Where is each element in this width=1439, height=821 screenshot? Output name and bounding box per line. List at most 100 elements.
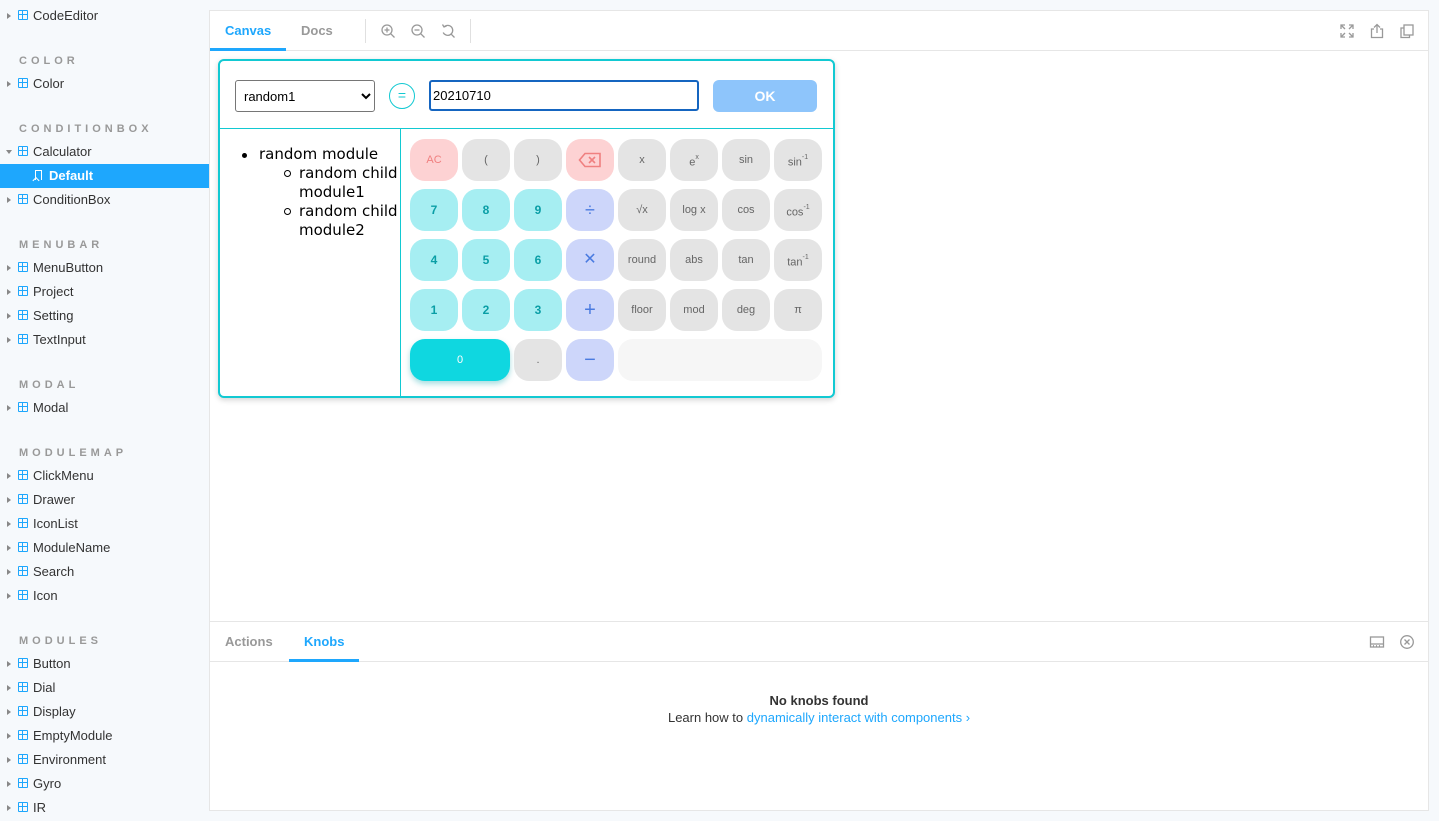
digit-7-button[interactable]: 7 xyxy=(410,189,458,231)
sidebar-item-label: IR xyxy=(33,800,46,815)
sidebar-item-clickmenu[interactable]: ClickMenu xyxy=(0,464,209,488)
minus-button[interactable]: − xyxy=(566,339,614,381)
sidebar-item-textinput[interactable]: TextInput xyxy=(0,328,209,352)
sidebar-item-iconlist[interactable]: IconList xyxy=(0,512,209,536)
sidebar-item-modal[interactable]: Modal xyxy=(0,396,209,420)
sidebar-item-modulename[interactable]: ModuleName xyxy=(0,536,209,560)
backspace-icon xyxy=(578,152,601,168)
panel-position-icon[interactable] xyxy=(1369,634,1385,650)
close-paren-button[interactable]: ) xyxy=(514,139,562,181)
sidebar-heading-modules: MODULES xyxy=(19,635,102,647)
component-icon xyxy=(18,566,28,576)
chevron-right-icon xyxy=(7,473,11,479)
floor-button[interactable]: floor xyxy=(618,289,666,331)
round-button[interactable]: round xyxy=(618,239,666,281)
pi-button[interactable]: π xyxy=(774,289,822,331)
tree-item-child[interactable]: random child module2 xyxy=(284,202,399,240)
sidebar-item-label: Color xyxy=(33,76,65,91)
digit-0-button[interactable]: 0 xyxy=(410,339,510,381)
digit-9-button[interactable]: 9 xyxy=(514,189,562,231)
tab-knobs[interactable]: Knobs xyxy=(289,622,360,662)
sidebar-item-setting[interactable]: Setting xyxy=(0,304,209,328)
sidebar-item-drawer[interactable]: Drawer xyxy=(0,488,209,512)
sidebar-item-button[interactable]: Button xyxy=(0,652,209,676)
acos-button[interactable]: cos-1 xyxy=(774,189,822,231)
zoom-in-icon[interactable] xyxy=(380,23,396,39)
sidebar-item-display[interactable]: Display xyxy=(0,700,209,724)
component-icon xyxy=(18,334,28,344)
exp-button[interactable]: ex xyxy=(670,139,718,181)
sidebar-item-color[interactable]: Color xyxy=(0,72,209,96)
tab-canvas[interactable]: Canvas xyxy=(210,11,287,51)
acos-label: cos xyxy=(786,206,804,219)
sidebar-item-project[interactable]: Project xyxy=(0,280,209,304)
sidebar-item-icon[interactable]: Icon xyxy=(0,584,209,608)
sidebar-item-search[interactable]: Search xyxy=(0,560,209,584)
value-input[interactable] xyxy=(429,80,699,111)
digit-6-button[interactable]: 6 xyxy=(514,239,562,281)
open-paren-button[interactable]: ( xyxy=(462,139,510,181)
sidebar-item-label: Icon xyxy=(33,588,58,603)
backspace-button[interactable] xyxy=(566,139,614,181)
digit-3-button[interactable]: 3 xyxy=(514,289,562,331)
chevron-down-icon xyxy=(6,150,12,154)
zoom-out-icon[interactable] xyxy=(410,23,426,39)
ok-button[interactable]: OK xyxy=(713,80,817,112)
component-icon xyxy=(18,802,28,812)
sidebar-item-menubutton[interactable]: MenuButton xyxy=(0,256,209,280)
divide-button[interactable]: ÷ xyxy=(566,189,614,231)
sidebar-item-environment[interactable]: Environment xyxy=(0,748,209,772)
digit-2-button[interactable]: 2 xyxy=(462,289,510,331)
sidebar-item-conditionbox[interactable]: ConditionBox xyxy=(0,188,209,212)
deg-button[interactable]: deg xyxy=(722,289,770,331)
sin-button[interactable]: sin xyxy=(722,139,770,181)
tree-item-root[interactable]: random module xyxy=(241,145,378,163)
close-icon[interactable] xyxy=(1399,634,1415,650)
chevron-right-icon xyxy=(7,405,11,411)
calculator-header: random1 = OK xyxy=(220,61,833,129)
decimal-button[interactable]: . xyxy=(514,339,562,381)
module-select[interactable]: random1 xyxy=(235,80,375,112)
digit-8-button[interactable]: 8 xyxy=(462,189,510,231)
sidebar-item-label: Dial xyxy=(33,680,56,695)
zoom-reset-icon[interactable] xyxy=(440,23,456,39)
multiply-button[interactable]: ✕ xyxy=(566,239,614,281)
share-icon[interactable] xyxy=(1369,23,1385,39)
tab-actions[interactable]: Actions xyxy=(225,622,273,662)
sidebar-item-ir[interactable]: IR xyxy=(0,796,209,820)
sqrt-button[interactable]: √x xyxy=(618,189,666,231)
plus-button[interactable]: + xyxy=(566,289,614,331)
digit-5-button[interactable]: 5 xyxy=(462,239,510,281)
chevron-right-icon xyxy=(7,289,11,295)
digit-1-button[interactable]: 1 xyxy=(410,289,458,331)
cos-button[interactable]: cos xyxy=(722,189,770,231)
component-icon xyxy=(18,658,28,668)
empty-state-title: No knobs found xyxy=(769,693,869,708)
sidebar-story-default[interactable]: Default xyxy=(0,164,209,188)
abs-button[interactable]: abs xyxy=(670,239,718,281)
empty-key-area xyxy=(618,339,822,381)
toolbar-divider xyxy=(365,19,366,43)
sidebar-item-codeeditor[interactable]: CodeEditor xyxy=(0,4,209,28)
empty-state-description: Learn how to dynamically interact with c… xyxy=(210,710,1428,725)
variable-x-button[interactable]: x xyxy=(618,139,666,181)
mod-button[interactable]: mod xyxy=(670,289,718,331)
asin-button[interactable]: sin-1 xyxy=(774,139,822,181)
sidebar-item-label: Gyro xyxy=(33,776,62,791)
copy-icon[interactable] xyxy=(1399,23,1415,39)
component-icon xyxy=(18,78,28,88)
docs-link[interactable]: dynamically interact with components › xyxy=(747,710,970,725)
tan-button[interactable]: tan xyxy=(722,239,770,281)
atan-button[interactable]: tan-1 xyxy=(774,239,822,281)
tree-item-child[interactable]: random child module1 xyxy=(284,164,399,202)
sidebar-item-emptymodule[interactable]: EmptyModule xyxy=(0,724,209,748)
sidebar-item-gyro[interactable]: Gyro xyxy=(0,772,209,796)
preview-panel: Canvas Docs random1 = OK xyxy=(209,10,1429,621)
fullscreen-icon[interactable] xyxy=(1339,23,1355,39)
sidebar-item-calculator[interactable]: Calculator xyxy=(0,140,209,164)
log-button[interactable]: log x xyxy=(670,189,718,231)
digit-4-button[interactable]: 4 xyxy=(410,239,458,281)
tab-docs[interactable]: Docs xyxy=(301,11,333,51)
clear-button[interactable]: AC xyxy=(410,139,458,181)
sidebar-item-dial[interactable]: Dial xyxy=(0,676,209,700)
